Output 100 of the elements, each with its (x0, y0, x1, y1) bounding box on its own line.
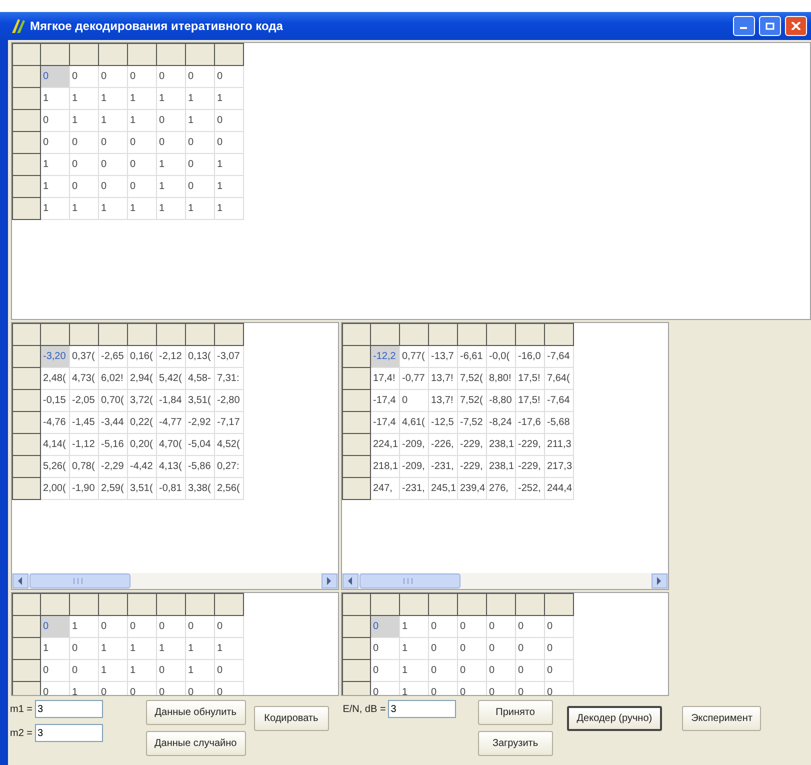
table-cell[interactable]: 0 (544, 638, 574, 660)
table-cell[interactable]: 0 (370, 638, 400, 660)
table-cell[interactable]: 3,51( (186, 390, 214, 412)
table-cell[interactable]: -0,81 (156, 478, 186, 500)
table-cell[interactable]: 2,00( (40, 478, 70, 500)
table-cell[interactable]: -5,68 (544, 412, 574, 434)
table-cell[interactable]: 276, (486, 478, 516, 500)
table-cell[interactable]: -2,92 (186, 412, 214, 434)
table-cell[interactable]: 1 (98, 110, 128, 132)
table-cell[interactable]: 0 (186, 616, 214, 638)
input-field[interactable]: 3 (388, 700, 456, 718)
table-cell[interactable]: 244,4 (544, 478, 574, 500)
table-cell[interactable]: 1 (400, 616, 428, 638)
table-cell[interactable]: 1 (40, 88, 70, 110)
table-cell[interactable]: 5,26( (40, 456, 70, 478)
table-cell[interactable]: -3,07 (214, 346, 244, 368)
table-cell[interactable]: -252, (516, 478, 544, 500)
button[interactable]: Принято (478, 700, 553, 725)
table-cell[interactable]: 17,5! (516, 368, 544, 390)
table-cell[interactable]: 0 (156, 616, 186, 638)
table-cell[interactable]: 1 (214, 88, 244, 110)
table-cell[interactable]: 1 (156, 198, 186, 220)
table-cell[interactable]: 0 (186, 176, 214, 198)
table-cell[interactable]: 17,4! (370, 368, 400, 390)
table-cell[interactable]: 0 (486, 660, 516, 682)
minimize-button[interactable] (733, 16, 755, 36)
table-cell[interactable]: -17,6 (516, 412, 544, 434)
table-cell[interactable]: 1 (186, 660, 214, 682)
table-cell[interactable]: 1 (70, 616, 98, 638)
table-cell[interactable]: 4,52( (214, 434, 244, 456)
table-cell[interactable]: 4,58- (186, 368, 214, 390)
table-cell[interactable]: 3,51( (128, 478, 156, 500)
table-cell[interactable]: -5,16 (98, 434, 128, 456)
table-cell[interactable]: 1 (186, 88, 214, 110)
table-cell[interactable]: 1 (214, 638, 244, 660)
table-cell[interactable]: -7,64 (544, 346, 574, 368)
table-cell[interactable]: 2,94( (128, 368, 156, 390)
table-cell[interactable]: -17,4 (370, 412, 400, 434)
table-cell[interactable]: 7,52( (458, 390, 486, 412)
table-cell[interactable]: -2,80 (214, 390, 244, 412)
table-cell[interactable]: 4,70( (156, 434, 186, 456)
table-cell[interactable]: -231, (428, 456, 458, 478)
table-cell[interactable]: 0 (98, 154, 128, 176)
table-cell[interactable]: 1 (156, 154, 186, 176)
table-cell[interactable]: -7,52 (458, 412, 486, 434)
button[interactable]: Эксперимент (682, 706, 762, 731)
table-cell[interactable]: -0,15 (40, 390, 70, 412)
table-cell[interactable]: 1 (40, 176, 70, 198)
table-cell[interactable]: 13,7! (428, 390, 458, 412)
table-cell[interactable]: 4,13( (156, 456, 186, 478)
table-cell[interactable]: 8,80! (486, 368, 516, 390)
table-cell[interactable]: 0 (428, 660, 458, 682)
input-field[interactable]: 3 (34, 700, 103, 718)
table-cell[interactable]: 0 (98, 616, 128, 638)
table-cell[interactable]: 0 (40, 110, 70, 132)
table-cell[interactable]: 7,52( (458, 368, 486, 390)
table-cell[interactable]: 1 (214, 176, 244, 198)
table-cell[interactable]: -4,77 (156, 412, 186, 434)
table-cell[interactable]: -4,42 (128, 456, 156, 478)
table-cell[interactable]: -1,84 (156, 390, 186, 412)
table-cell[interactable]: -7,64 (544, 390, 574, 412)
table-cell[interactable]: -209, (400, 434, 428, 456)
table-cell[interactable]: 13,7! (428, 368, 458, 390)
table-cell[interactable]: -8,24 (486, 412, 516, 434)
table-cell[interactable]: 211,3 (544, 434, 574, 456)
table-cell[interactable]: 2,59( (98, 478, 128, 500)
table-cell[interactable]: -231, (400, 478, 428, 500)
table-cell[interactable]: 0 (70, 176, 98, 198)
table-cell[interactable]: -229, (516, 434, 544, 456)
table-cell[interactable]: 0 (128, 176, 156, 198)
table-cell[interactable]: 1 (40, 638, 70, 660)
table-cell[interactable]: 0 (98, 176, 128, 198)
table-cell[interactable]: 0 (428, 638, 458, 660)
table-cell[interactable]: -3,20 (40, 346, 70, 368)
table-cell[interactable]: 0 (70, 154, 98, 176)
table-cell[interactable]: 0,37( (70, 346, 98, 368)
table-cell[interactable]: 0,22( (128, 412, 156, 434)
table-cell[interactable]: 0 (128, 132, 156, 154)
table-cell[interactable]: 1 (214, 154, 244, 176)
table-cell[interactable]: 0 (370, 616, 400, 638)
table-cell[interactable]: -2,12 (156, 346, 186, 368)
table-cell[interactable]: 4,61( (400, 412, 428, 434)
table-cell[interactable]: -1,45 (70, 412, 98, 434)
table-cell[interactable]: 0 (428, 616, 458, 638)
scrollbar[interactable] (12, 573, 338, 589)
table-cell[interactable]: -6,61 (458, 346, 486, 368)
table-cell[interactable]: 2,56( (214, 478, 244, 500)
table-cell[interactable]: 1 (70, 88, 98, 110)
table-cell[interactable]: 0 (156, 66, 186, 88)
table-cell[interactable]: 239,4 (458, 478, 486, 500)
table-cell[interactable]: 7,31: (214, 368, 244, 390)
table-cell[interactable]: 0 (70, 66, 98, 88)
table-cell[interactable]: -16,0 (516, 346, 544, 368)
table-cell[interactable]: 0 (186, 132, 214, 154)
table-cell[interactable]: -17,4 (370, 390, 400, 412)
close-button[interactable] (785, 16, 807, 36)
table-cell[interactable]: 245,1 (428, 478, 458, 500)
table-cell[interactable]: 2,48( (40, 368, 70, 390)
table-cell[interactable]: 1 (186, 198, 214, 220)
table-cell[interactable]: 238,1 (486, 456, 516, 478)
